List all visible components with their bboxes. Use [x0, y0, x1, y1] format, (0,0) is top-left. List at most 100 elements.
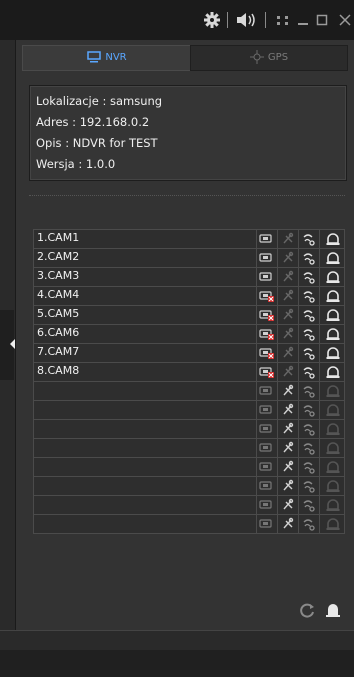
microphone-icon[interactable] — [277, 458, 298, 476]
nvr-info-box: Lokalizacje : samsung Adres : 192.168.0.… — [29, 85, 347, 181]
table-row[interactable] — [33, 514, 345, 534]
sensor-icon[interactable] — [298, 496, 319, 514]
alarm-bell-icon[interactable] — [319, 401, 346, 419]
camera-icon[interactable] — [256, 363, 277, 381]
minimize-icon[interactable] — [297, 11, 309, 29]
microphone-icon[interactable] — [277, 268, 298, 286]
table-row[interactable] — [33, 381, 345, 400]
table-row[interactable]: 5.CAM5 — [33, 305, 345, 324]
microphone-icon[interactable] — [277, 363, 298, 381]
alarm-bell-icon[interactable] — [319, 287, 346, 305]
alarm-bell-icon[interactable] — [319, 477, 346, 495]
sensor-icon[interactable] — [298, 325, 319, 343]
camera-icon[interactable] — [256, 287, 277, 305]
table-row[interactable]: 2.CAM2 — [33, 248, 345, 267]
alarm-bell-icon[interactable] — [319, 344, 346, 362]
description-text: Opis : NDVR for TEST — [36, 136, 158, 150]
alarm-bell-icon[interactable] — [319, 268, 346, 286]
camera-icon[interactable] — [256, 458, 277, 476]
sensor-icon[interactable] — [298, 344, 319, 362]
camera-icon[interactable] — [256, 306, 277, 324]
table-row[interactable]: 8.CAM8 — [33, 362, 345, 381]
collapse-handle[interactable] — [0, 310, 15, 380]
sensor-icon[interactable] — [298, 268, 319, 286]
alarm-bell-icon[interactable] — [319, 515, 346, 533]
camera-icon[interactable] — [256, 515, 277, 533]
table-row[interactable]: 6.CAM6 — [33, 324, 345, 343]
gear-icon[interactable] — [203, 11, 221, 29]
tab-nvr[interactable]: NVR — [22, 45, 192, 71]
microphone-icon[interactable] — [277, 325, 298, 343]
camera-name: 1.CAM1 — [37, 231, 80, 244]
camera-name: 7.CAM7 — [37, 345, 80, 358]
sensor-icon[interactable] — [298, 477, 319, 495]
table-row[interactable] — [33, 419, 345, 438]
camera-icon[interactable] — [256, 325, 277, 343]
microphone-icon[interactable] — [277, 515, 298, 533]
camera-icon[interactable] — [256, 230, 277, 248]
microphone-icon[interactable] — [277, 420, 298, 438]
camera-icon[interactable] — [256, 439, 277, 457]
sensor-icon[interactable] — [298, 439, 319, 457]
microphone-icon[interactable] — [277, 477, 298, 495]
alarm-bell-icon[interactable] — [319, 249, 346, 267]
sensor-icon[interactable] — [298, 230, 319, 248]
microphone-icon[interactable] — [277, 306, 298, 324]
microphone-icon[interactable] — [277, 249, 298, 267]
alarm-bell-icon[interactable] — [319, 439, 346, 457]
alarm-bell-icon[interactable] — [319, 325, 346, 343]
sensor-icon[interactable] — [298, 420, 319, 438]
volume-icon[interactable] — [235, 11, 259, 29]
table-row[interactable]: 4.CAM4 — [33, 286, 345, 305]
close-icon[interactable] — [338, 11, 352, 29]
camera-icon[interactable] — [256, 382, 277, 400]
tab-nvr-label: NVR — [105, 52, 127, 63]
grid-icon[interactable] — [276, 11, 290, 29]
table-row[interactable] — [33, 457, 345, 476]
sensor-icon[interactable] — [298, 515, 319, 533]
camera-icon[interactable] — [256, 420, 277, 438]
alarm-bell-icon[interactable] — [319, 363, 346, 381]
tab-gps[interactable]: GPS — [190, 45, 348, 71]
microphone-icon[interactable] — [277, 496, 298, 514]
camera-icon[interactable] — [256, 344, 277, 362]
alarm-bell-icon[interactable] — [319, 420, 346, 438]
sensor-icon[interactable] — [298, 401, 319, 419]
table-row[interactable]: 3.CAM3 — [33, 267, 345, 286]
sensor-icon[interactable] — [298, 249, 319, 267]
status-bar — [0, 630, 354, 651]
table-row[interactable] — [33, 495, 345, 514]
camera-name: 2.CAM2 — [37, 250, 80, 263]
sensor-icon[interactable] — [298, 306, 319, 324]
microphone-icon[interactable] — [277, 287, 298, 305]
alarm-bell-icon[interactable] — [319, 458, 346, 476]
table-row[interactable]: 7.CAM7 — [33, 343, 345, 362]
microphone-icon[interactable] — [277, 401, 298, 419]
camera-icon[interactable] — [256, 249, 277, 267]
sensor-icon[interactable] — [298, 287, 319, 305]
microphone-icon[interactable] — [277, 439, 298, 457]
table-row[interactable]: 1.CAM1 — [33, 229, 345, 248]
camera-icon[interactable] — [256, 268, 277, 286]
camera-icon[interactable] — [256, 401, 277, 419]
alarm-bell-icon[interactable] — [319, 230, 346, 248]
sensor-icon[interactable] — [298, 458, 319, 476]
alarm-bell-icon[interactable] — [319, 382, 346, 400]
sensor-icon[interactable] — [298, 382, 319, 400]
microphone-icon[interactable] — [277, 344, 298, 362]
alarm-bell-icon[interactable] — [319, 306, 346, 324]
refresh-icon[interactable] — [298, 601, 316, 621]
camera-icon[interactable] — [256, 477, 277, 495]
microphone-icon[interactable] — [277, 382, 298, 400]
sensor-icon[interactable] — [298, 363, 319, 381]
table-row[interactable] — [33, 476, 345, 495]
table-row[interactable] — [33, 400, 345, 419]
maximize-icon[interactable] — [316, 11, 328, 29]
separator — [265, 12, 266, 28]
alarm-bell-icon[interactable] — [324, 601, 342, 621]
table-row[interactable] — [33, 438, 345, 457]
camera-icon[interactable] — [256, 496, 277, 514]
alarm-bell-icon[interactable] — [319, 496, 346, 514]
microphone-icon[interactable] — [277, 230, 298, 248]
title-bar — [0, 0, 354, 40]
